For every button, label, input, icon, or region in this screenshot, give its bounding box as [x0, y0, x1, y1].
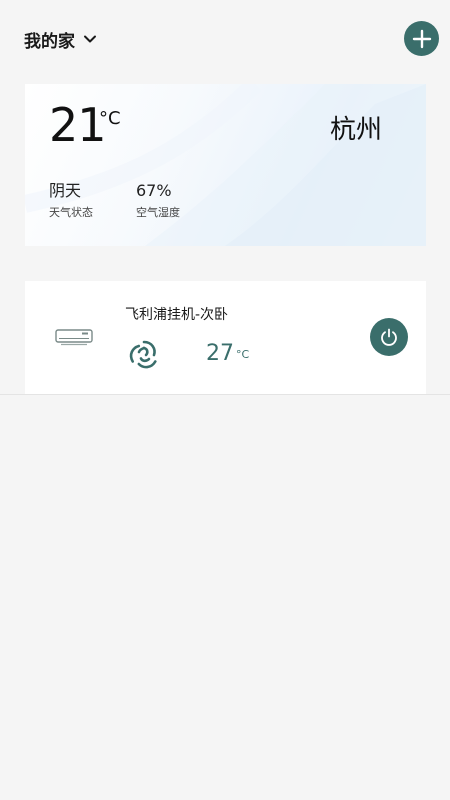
air-conditioner-icon: [55, 329, 93, 346]
device-name: 飞利浦挂机-次卧: [125, 307, 229, 323]
weather-status: 阴天 天气状态: [49, 181, 93, 220]
weather-condition: 阴天: [49, 181, 82, 200]
home-selector[interactable]: 我的家: [24, 26, 97, 52]
humidity-value: 67%: [136, 181, 172, 200]
weather-card: 21 °C 杭州 阴天 天气状态 67% 空气湿度: [25, 84, 426, 246]
humidity-status: 67% 空气湿度: [136, 181, 180, 220]
set-temperature: 27: [206, 341, 234, 366]
set-temperature-unit: °C: [236, 348, 250, 361]
current-temperature: 21: [49, 98, 107, 152]
add-device-button[interactable]: [404, 21, 439, 56]
section-divider: [0, 394, 450, 395]
plus-icon: [412, 29, 431, 48]
temperature-unit: °C: [99, 108, 121, 129]
city-name: 杭州: [329, 115, 382, 145]
fan-mode-icon[interactable]: [128, 339, 160, 371]
device-card-ac[interactable]: 飞利浦挂机-次卧 27 °C: [25, 281, 426, 394]
humidity-label: 空气湿度: [136, 206, 180, 219]
power-icon: [381, 328, 397, 346]
top-bar: 我的家: [0, 0, 450, 78]
chevron-down-icon: [84, 35, 96, 43]
weather-condition-label: 天气状态: [49, 206, 93, 219]
power-button[interactable]: [370, 318, 408, 356]
home-title: 我的家: [24, 31, 75, 52]
